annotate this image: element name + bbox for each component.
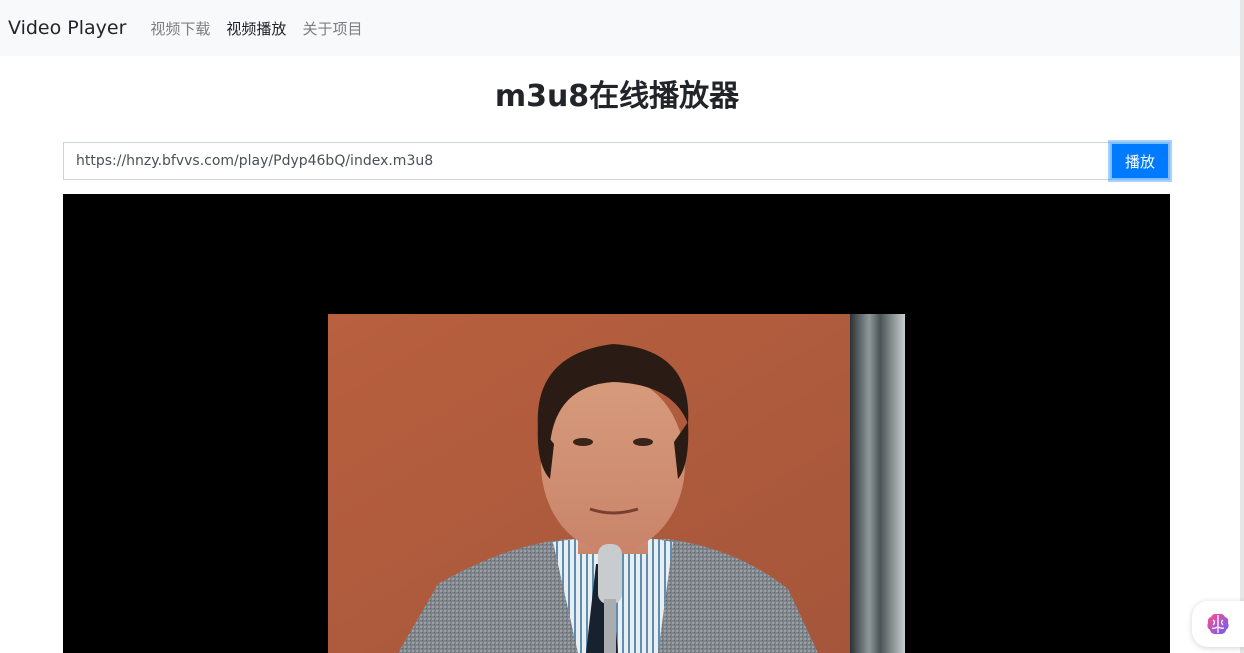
nav-link-download[interactable]: 视频下载 [150,18,210,39]
nav-link-play[interactable]: 视频播放 [226,18,286,39]
brain-icon [1207,613,1229,635]
url-input[interactable] [63,142,1110,180]
video-frame-image [328,314,905,653]
play-button[interactable]: 播放 [1110,142,1170,180]
nav-link-about[interactable]: 关于项目 [302,18,362,39]
video-player[interactable] [63,194,1170,653]
brand-title[interactable]: Video Player [8,17,126,39]
floating-assistant-button[interactable] [1192,601,1244,647]
page-title: m3u8在线播放器 [494,79,740,114]
navbar: Video Player 视频下载 视频播放 关于项目 [0,0,1244,56]
video-frame [328,314,905,653]
page-scrollbar[interactable] [1240,0,1244,653]
